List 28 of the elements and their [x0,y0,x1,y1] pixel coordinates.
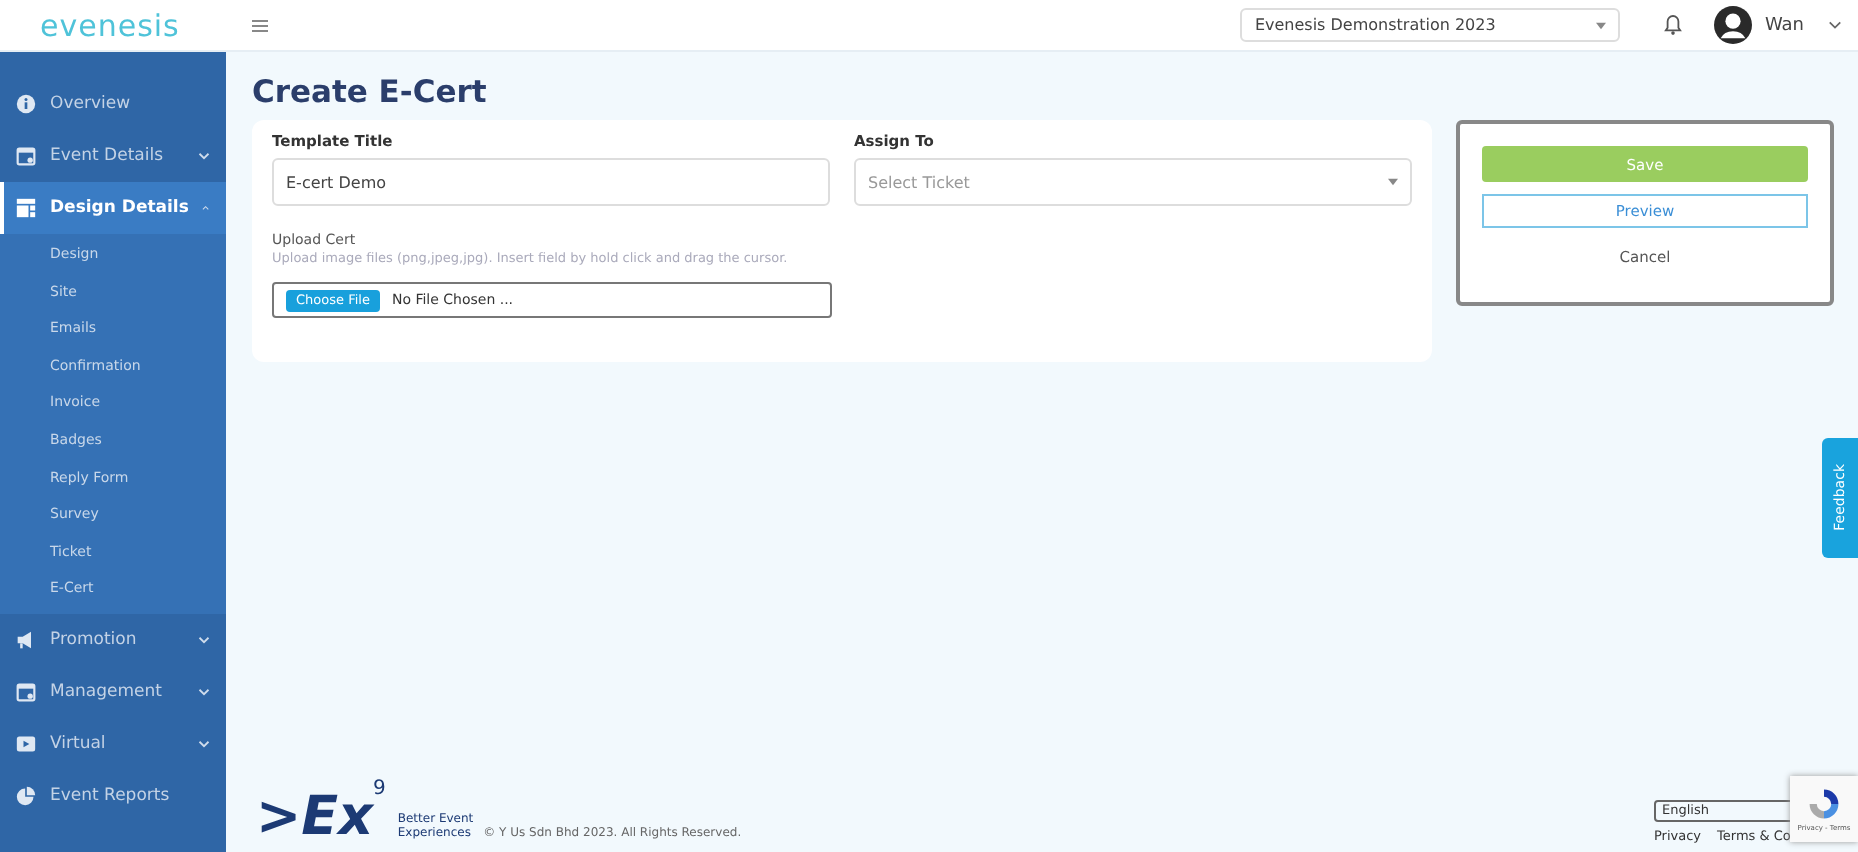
menu-icon[interactable] [252,19,268,31]
calendar-icon [16,146,36,166]
sidebar-item[interactable]: Virtual [0,717,226,770]
info-icon [16,94,36,114]
footer-logo-mark: 9 [372,778,386,800]
page-title: Create E-Cert [252,74,489,110]
dropdown-caret-icon [1596,21,1607,29]
avatar-icon[interactable] [1714,6,1753,44]
sidebar-item[interactable]: Design Details [0,182,226,234]
event-select[interactable]: Evenesis Demonstration 2023 [1240,8,1621,42]
pie-chart-icon [16,785,36,806]
ticket-select[interactable]: Select Ticket [854,158,1412,206]
user-name[interactable]: Wan [1764,15,1804,35]
sidebar-item[interactable]: Event Details [0,130,226,182]
chevron-down-icon[interactable] [1828,20,1842,30]
notification-bell-icon[interactable] [1664,14,1683,36]
footer-logo: >Ex [256,790,373,844]
dropdown-caret-icon [1388,178,1398,186]
megaphone-icon [16,629,36,650]
sidebar-item[interactable]: Overview [0,78,226,130]
layout-icon [16,198,36,218]
video-icon [16,733,36,754]
sidebar-item[interactable]: Management [0,665,226,718]
sidebar-item[interactable]: Event Reports [0,769,226,822]
logo: evenesis [40,7,182,43]
input-field[interactable]: E-cert Demo [272,158,830,206]
sidebar-item[interactable]: Promotion [0,613,226,666]
calendar-icon [16,681,36,702]
